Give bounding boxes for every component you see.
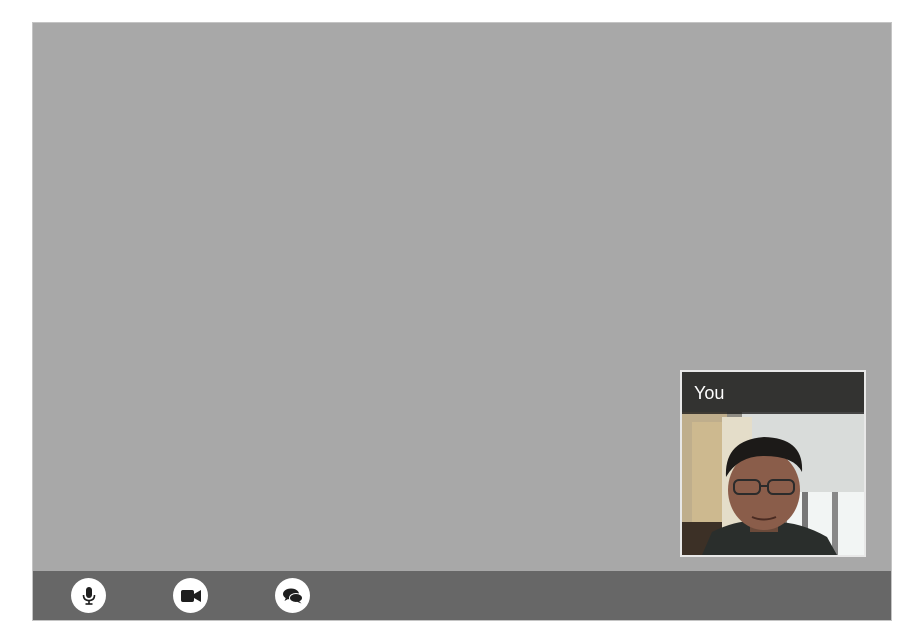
self-view-video[interactable]: You: [680, 370, 866, 557]
call-control-bar: [33, 571, 891, 620]
camera-button[interactable]: [173, 578, 208, 613]
self-view-label: You: [682, 372, 864, 414]
chat-button[interactable]: [275, 578, 310, 613]
chat-bubbles-icon: [282, 588, 303, 603]
microphone-button[interactable]: [71, 578, 106, 613]
video-call-stage: You: [32, 22, 892, 621]
video-camera-icon: [180, 589, 201, 602]
microphone-icon: [82, 586, 95, 605]
